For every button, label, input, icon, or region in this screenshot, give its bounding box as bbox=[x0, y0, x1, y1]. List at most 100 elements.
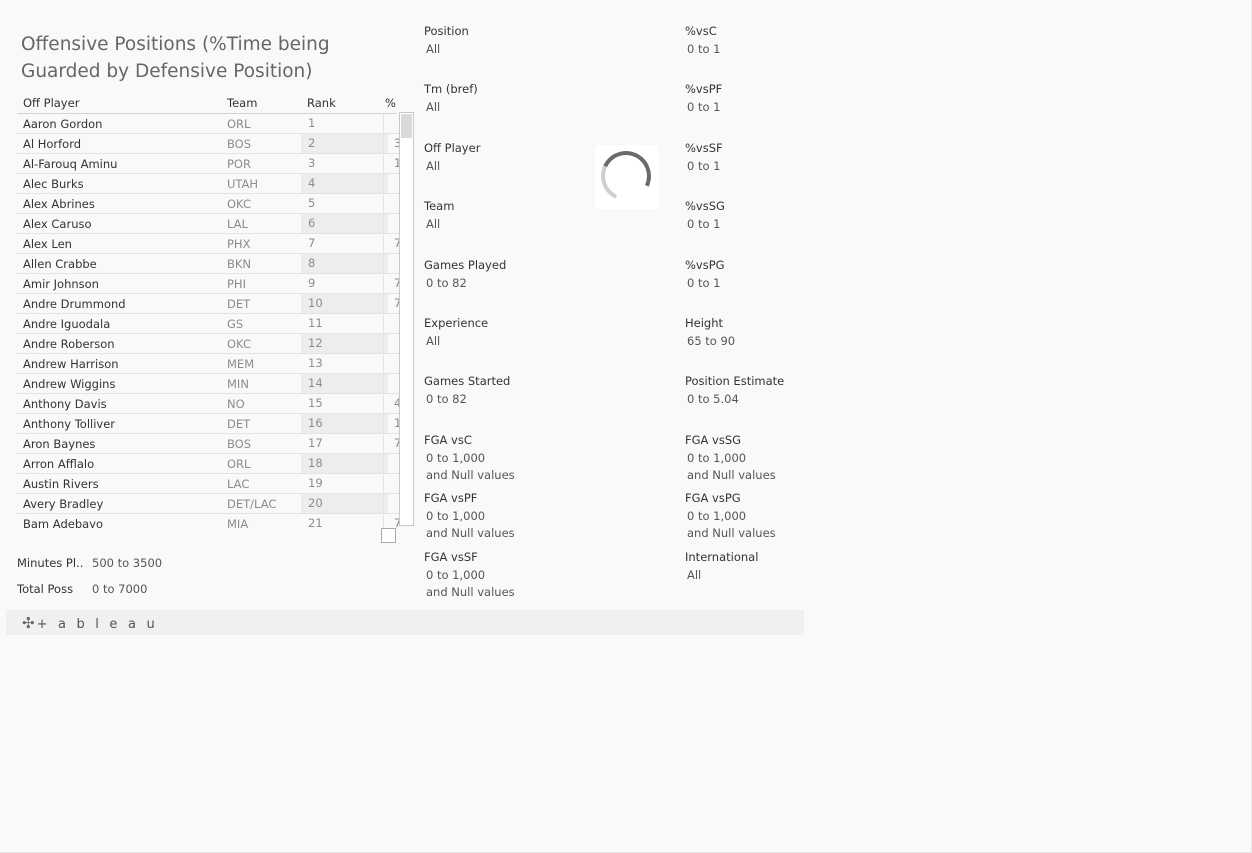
filter-value[interactable]: 0 to 5.04 bbox=[685, 391, 784, 408]
table-row[interactable]: Alex Abrines OKC 5 bbox=[17, 194, 399, 214]
player-name[interactable]: Alec Burks bbox=[23, 177, 84, 191]
filter-card[interactable]: FGA vsPG 0 to 1,000 and Null values bbox=[685, 491, 776, 542]
table-row[interactable]: Anthony Tolliver DET 161 bbox=[17, 414, 399, 434]
table-row[interactable]: Anthony Davis NO 15 4 bbox=[17, 394, 399, 414]
filter-value[interactable]: 0 to 1,000 bbox=[685, 508, 776, 525]
table-body: Aaron GordonORL1Al HorfordBOS23Al-Farouq… bbox=[17, 114, 399, 528]
filter-value[interactable]: and Null values bbox=[685, 467, 776, 484]
table-row[interactable]: Andre Roberson OKC 12 bbox=[17, 334, 399, 354]
filter-value[interactable]: All bbox=[424, 158, 480, 175]
filter-card[interactable]: %vsC 0 to 1 bbox=[685, 24, 721, 58]
filter-card[interactable]: Position Estimate 0 to 5.04 bbox=[685, 374, 784, 408]
player-rank: 12 bbox=[301, 334, 388, 353]
player-name[interactable]: Aaron Gordon bbox=[23, 117, 102, 131]
filter-card[interactable]: FGA vsSG 0 to 1,000 and Null values bbox=[685, 433, 776, 484]
player-name[interactable]: Allen Crabbe bbox=[23, 257, 97, 271]
column-header-rank[interactable]: Rank bbox=[307, 96, 336, 110]
player-name[interactable]: Andrew Harrison bbox=[23, 357, 119, 371]
filter-card[interactable]: %vsPF 0 to 1 bbox=[685, 82, 722, 116]
table-row[interactable]: Alex Caruso LAL 6 bbox=[17, 214, 399, 234]
player-name[interactable]: Anthony Davis bbox=[23, 397, 107, 411]
filter-card[interactable]: Position All bbox=[424, 24, 469, 58]
player-name[interactable]: Al Horford bbox=[23, 137, 81, 151]
column-header-pct[interactable]: % bbox=[385, 96, 396, 110]
player-name[interactable]: Amir Johnson bbox=[23, 277, 99, 291]
filter-card[interactable]: Experience All bbox=[424, 316, 488, 350]
filter-card[interactable]: Games Started 0 to 82 bbox=[424, 374, 510, 408]
table-row[interactable]: Alex Len PHX 7 7 bbox=[17, 234, 399, 254]
filter-value[interactable]: 0 to 1,000 bbox=[424, 567, 515, 584]
player-name[interactable]: Andre Roberson bbox=[23, 337, 115, 351]
filter-value[interactable]: 0 to 1,000 bbox=[685, 450, 776, 467]
filter-value[interactable]: 65 to 90 bbox=[685, 333, 735, 350]
filter-value[interactable]: All bbox=[685, 567, 758, 584]
filter-value[interactable]: and Null values bbox=[424, 584, 515, 601]
table-row[interactable]: Andrew Wiggins MIN 14 bbox=[17, 374, 399, 394]
player-pct bbox=[383, 494, 399, 513]
filter-value[interactable]: 0 to 82 bbox=[424, 275, 506, 292]
filter-value[interactable]: 0 to 1 bbox=[685, 99, 722, 116]
table-row[interactable]: Andre Iguodala GS 11 bbox=[17, 314, 399, 334]
filter-card[interactable]: Games Played 0 to 82 bbox=[424, 258, 506, 292]
table-row[interactable]: Aron Baynes BOS 17 7 bbox=[17, 434, 399, 454]
filter-card[interactable]: Team All bbox=[424, 199, 454, 233]
table-row[interactable]: Aaron Gordon ORL 1 bbox=[17, 114, 399, 134]
player-name[interactable]: Arron Afflalo bbox=[23, 457, 94, 471]
filter-card[interactable]: FGA vsC 0 to 1,000 and Null values bbox=[424, 433, 515, 484]
player-name[interactable]: Aron Baynes bbox=[23, 437, 95, 451]
table-row[interactable]: Amir Johnson PHI 9 7 bbox=[17, 274, 399, 294]
filter-value[interactable]: and Null values bbox=[685, 525, 776, 542]
table-row[interactable]: Bam Adebayo MIA 21 7 bbox=[17, 514, 399, 528]
filter-value[interactable]: 0 to 1 bbox=[685, 275, 725, 292]
filter-card[interactable]: %vsSG 0 to 1 bbox=[685, 199, 725, 233]
player-name[interactable]: Avery Bradley bbox=[23, 497, 103, 511]
table-row[interactable]: Arron Afflalo ORL 18 bbox=[17, 454, 399, 474]
table-row[interactable]: Andre Drummond DET 107 bbox=[17, 294, 399, 314]
filter-value[interactable]: 0 to 1,000 bbox=[424, 508, 515, 525]
table-row[interactable]: Alec Burks UTAH 4 bbox=[17, 174, 399, 194]
filter-card[interactable]: FGA vsSF 0 to 1,000 and Null values bbox=[424, 550, 515, 601]
scrollbar-thumb[interactable] bbox=[401, 114, 412, 138]
player-pct: 1 bbox=[383, 154, 399, 173]
tableau-logo[interactable]: ✣ + a b l e a u bbox=[22, 614, 158, 632]
player-name[interactable]: Alex Len bbox=[23, 237, 72, 251]
filter-value[interactable]: All bbox=[424, 41, 469, 58]
player-name[interactable]: Alex Caruso bbox=[23, 217, 92, 231]
filter-value[interactable]: All bbox=[424, 216, 454, 233]
filter-value[interactable]: 0 to 1 bbox=[685, 216, 725, 233]
player-name[interactable]: Anthony Tolliver bbox=[23, 417, 115, 431]
player-name[interactable]: Al-Farouq Aminu bbox=[23, 157, 117, 171]
table-row[interactable]: Al Horford BOS 23 bbox=[17, 134, 399, 154]
player-team: ORL bbox=[227, 117, 251, 131]
filter-value[interactable]: 0 to 1 bbox=[685, 41, 721, 58]
column-header-team[interactable]: Team bbox=[227, 96, 257, 110]
filter-card[interactable]: Height 65 to 90 bbox=[685, 316, 735, 350]
filter-card[interactable]: International All bbox=[685, 550, 758, 584]
table-row[interactable]: Al-Farouq Aminu POR 3 1 bbox=[17, 154, 399, 174]
filter-card[interactable]: Off Player All bbox=[424, 141, 480, 175]
table-row[interactable]: Avery Bradley DET/LAC 20 bbox=[17, 494, 399, 514]
table-row[interactable]: Allen Crabbe BKN 8 bbox=[17, 254, 399, 274]
player-name[interactable]: Andrew Wiggins bbox=[23, 377, 115, 391]
player-name[interactable]: Andre Iguodala bbox=[23, 317, 110, 331]
filter-value[interactable]: All bbox=[424, 333, 488, 350]
table-row[interactable]: Andrew Harrison MEM 13 bbox=[17, 354, 399, 374]
player-name[interactable]: Alex Abrines bbox=[23, 197, 95, 211]
filter-value[interactable]: 0 to 82 bbox=[424, 391, 510, 408]
filter-card[interactable]: FGA vsPF 0 to 1,000 and Null values bbox=[424, 491, 515, 542]
player-name[interactable]: Austin Rivers bbox=[23, 477, 99, 491]
filter-value[interactable]: 0 to 1 bbox=[685, 158, 723, 175]
filter-card[interactable]: %vsSF 0 to 1 bbox=[685, 141, 723, 175]
table-scrollbar[interactable] bbox=[399, 112, 414, 526]
filter-value[interactable]: and Null values bbox=[424, 467, 515, 484]
filter-value[interactable]: All bbox=[424, 99, 478, 116]
filter-value[interactable]: and Null values bbox=[424, 525, 515, 542]
filter-card[interactable]: Tm (bref) All bbox=[424, 82, 478, 116]
table-row[interactable]: Austin Rivers LAC 19 bbox=[17, 474, 399, 494]
player-name[interactable]: Andre Drummond bbox=[23, 297, 126, 311]
player-team: MEM bbox=[227, 357, 255, 371]
filter-card[interactable]: %vsPG 0 to 1 bbox=[685, 258, 725, 292]
filter-value[interactable]: 0 to 1,000 bbox=[424, 450, 515, 467]
column-header-player[interactable]: Off Player bbox=[23, 96, 79, 110]
player-name[interactable]: Bam Adebayo bbox=[23, 517, 103, 528]
